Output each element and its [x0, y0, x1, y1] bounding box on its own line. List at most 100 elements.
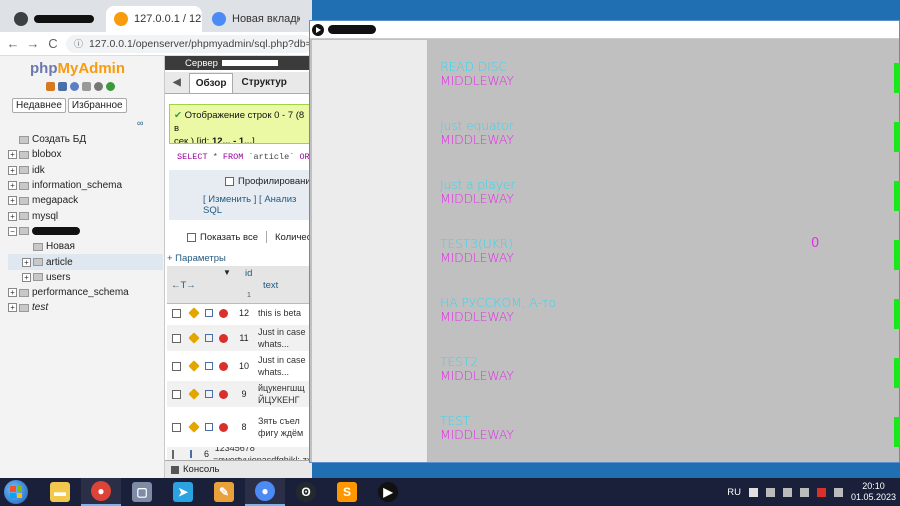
tabs-scroll-left-icon[interactable]: ◀ [173, 77, 181, 88]
tree-node[interactable]: − [8, 224, 163, 239]
show-all-checkbox[interactable] [187, 232, 196, 242]
delete-icon[interactable] [219, 361, 228, 371]
console-bar[interactable]: Консоль [165, 460, 312, 478]
row-checkbox[interactable] [172, 449, 174, 459]
start-button[interactable] [4, 480, 28, 504]
pma-logo[interactable]: phpMyAdmin [30, 60, 125, 77]
tree-node[interactable]: + mysql [8, 208, 163, 223]
track-item[interactable]: TEST MIDDLEWAY [440, 414, 514, 441]
tray-icon[interactable] [748, 487, 758, 497]
logout-icon[interactable] [58, 82, 67, 91]
edit-pencil-icon[interactable] [188, 388, 200, 400]
taskbar-chrome-profile-button[interactable]: ● [245, 478, 285, 506]
edit-pencil-icon[interactable] [188, 307, 200, 319]
edit-pencil-icon[interactable] [188, 421, 200, 433]
tree-node[interactable]: + article [8, 254, 163, 270]
app-titlebar[interactable] [310, 21, 899, 39]
column-id[interactable]: id [245, 268, 252, 279]
row-checkbox[interactable] [172, 422, 181, 432]
edit-analyze-links[interactable]: [ Изменить ] [ Анализ SQL [203, 194, 312, 216]
taskbar-chrome-button[interactable]: ● [81, 478, 121, 506]
sql-query[interactable]: SELECT * FROM `article` ORDE [177, 152, 320, 162]
forward-button[interactable]: → [26, 36, 40, 51]
recent-button[interactable]: Недавнее [12, 98, 66, 113]
taskbar-file-explorer-button[interactable]: ▬ [40, 478, 80, 506]
onedrive-icon[interactable] [833, 487, 843, 497]
track-item[interactable]: READ DISC MIDDLEWAY [440, 60, 514, 87]
taskbar-telegram-button[interactable]: ➤ [163, 478, 203, 506]
volume-muted-icon[interactable] [816, 487, 826, 497]
row-checkbox[interactable] [172, 361, 181, 371]
column-text[interactable]: text [263, 280, 278, 291]
browser-tab-3[interactable]: Новая вкладка ✕ [204, 6, 300, 32]
taskbar-sublime-text-button[interactable]: S [327, 478, 367, 506]
copy-icon[interactable] [205, 423, 213, 431]
network-icon[interactable] [782, 487, 792, 497]
delete-icon[interactable] [219, 333, 228, 343]
tree-node[interactable]: + megapack [8, 193, 163, 208]
battery-icon[interactable] [799, 487, 809, 497]
taskbar-github-desktop-button[interactable]: ʘ [286, 478, 326, 506]
tab-structure[interactable]: Структур [241, 77, 286, 88]
track-item[interactable]: Just equator MIDDLEWAY [440, 119, 514, 146]
edit-pencil-icon[interactable] [180, 451, 186, 457]
taskbar-screenshot-tool-button[interactable]: ▢ [122, 478, 162, 506]
expand-icon[interactable]: + [22, 272, 31, 282]
tray-icon[interactable] [765, 487, 775, 497]
browser-tab-2[interactable]: 127.0.0.1 / 127 [106, 6, 202, 32]
column-arrows[interactable]: ←T→ [171, 280, 196, 291]
collapse-icon[interactable]: − [8, 226, 17, 236]
delete-icon[interactable] [219, 422, 228, 432]
tree-node[interactable]: Создать БД [8, 132, 163, 147]
tree-node[interactable]: + blobox [8, 147, 163, 162]
info-icon[interactable]: ⓘ [74, 37, 83, 50]
row-checkbox[interactable] [172, 389, 181, 399]
copy-icon[interactable] [205, 334, 213, 342]
copy-icon[interactable] [205, 362, 213, 370]
back-button[interactable]: ← [6, 36, 20, 51]
home-icon[interactable] [46, 82, 55, 91]
row-checkbox[interactable] [172, 333, 181, 343]
track-item[interactable]: Just a player MIDDLEWAY [440, 178, 516, 205]
url-field[interactable]: ⓘ 127.0.0.1/openserver/phpmyadmin/sql.ph… [66, 34, 312, 53]
delete-icon[interactable] [219, 389, 228, 399]
expand-icon[interactable]: + [8, 181, 17, 191]
track-item[interactable]: TEST3(UKR) MIDDLEWAY [440, 237, 514, 264]
tree-node[interactable]: + idk [8, 163, 163, 178]
expand-icon[interactable]: + [8, 150, 17, 160]
options-link[interactable]: + Параметры [167, 253, 226, 264]
tree-node[interactable]: Новая [8, 239, 163, 254]
expand-icon[interactable]: + [8, 196, 17, 206]
taskbar-paint-button[interactable]: ✎ [204, 478, 244, 506]
tree-node[interactable]: + users [8, 270, 163, 285]
tree-node[interactable]: + information_schema [8, 178, 163, 193]
edit-pencil-icon[interactable] [188, 360, 200, 372]
expand-icon[interactable]: + [8, 211, 17, 221]
language-indicator[interactable]: RU [727, 487, 741, 498]
sort-down-icon[interactable]: ▼ [223, 268, 231, 277]
browser-tab-1[interactable] [6, 6, 102, 32]
reload-button[interactable]: C [46, 36, 60, 51]
copy-icon[interactable] [205, 390, 213, 398]
collapse-all-link[interactable]: ∞ [137, 118, 143, 128]
track-item[interactable]: НА РУССКОМ, А-то MIDDLEWAY [440, 296, 556, 323]
tree-node[interactable]: + performance_schema [8, 285, 163, 300]
settings-icon[interactable] [94, 82, 103, 91]
taskbar-media-player-button[interactable]: ▶ [368, 478, 408, 506]
expand-icon[interactable]: + [8, 165, 17, 175]
reload-nav-icon[interactable] [106, 82, 115, 91]
track-item[interactable]: TEST2 MIDDLEWAY [440, 355, 514, 382]
server-breadcrumb[interactable]: Сервер [165, 56, 312, 70]
help-icon[interactable] [70, 82, 79, 91]
delete-icon[interactable] [219, 308, 228, 318]
expand-icon[interactable]: + [22, 257, 31, 267]
row-checkbox[interactable] [172, 308, 181, 318]
docs-icon[interactable] [82, 82, 91, 91]
expand-icon[interactable]: + [8, 288, 17, 298]
copy-icon[interactable] [190, 450, 192, 458]
tab-browse[interactable]: Обзор [188, 72, 234, 93]
clock[interactable]: 20:10 01.05.2023 [851, 481, 896, 503]
tree-node[interactable]: + test [8, 300, 163, 315]
copy-icon[interactable] [205, 309, 213, 317]
profiling-checkbox[interactable] [225, 177, 234, 186]
